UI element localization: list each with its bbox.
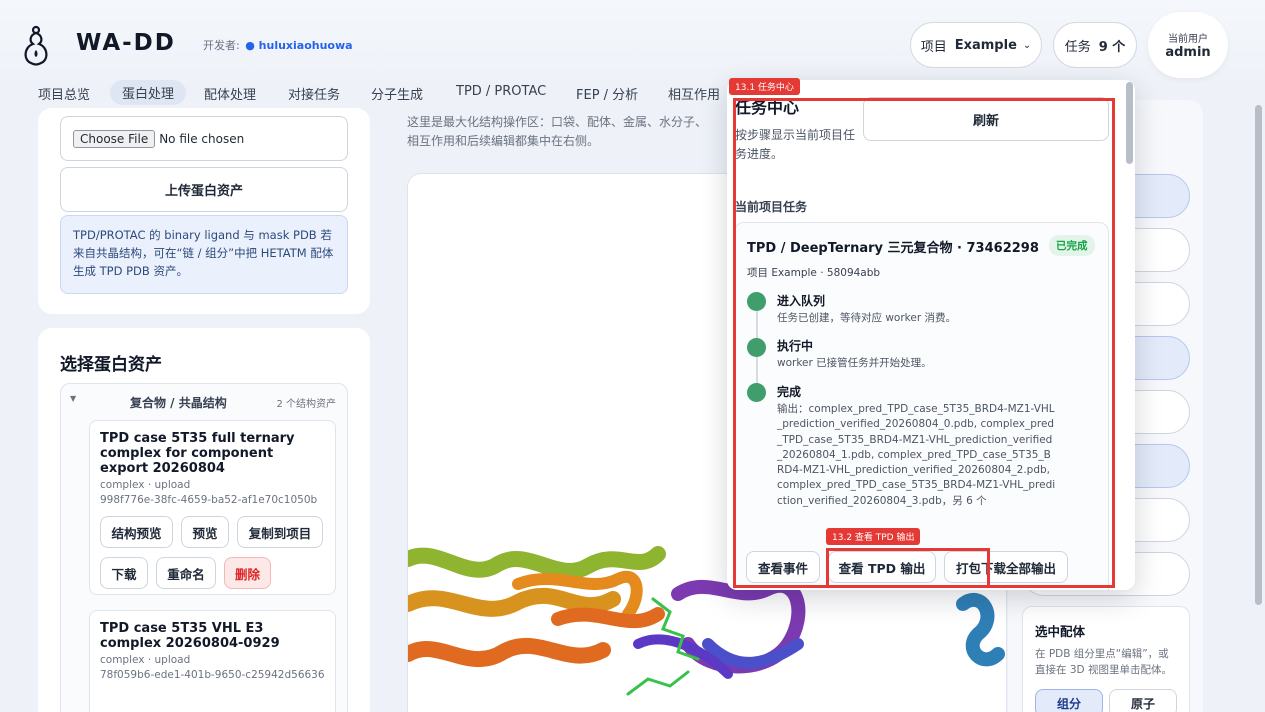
- current-user[interactable]: 当前用户 admin: [1148, 12, 1228, 78]
- choose-file-button[interactable]: Choose File: [73, 129, 156, 148]
- project-value: Example: [954, 37, 1017, 53]
- selected-ligand-card: 选中配体 在 PDB 组分里点“编辑”，或直接在 3D 视图里单击配体。 组分 …: [1022, 606, 1190, 712]
- annotation-tag: 13.2 查看 TPD 输出: [826, 528, 921, 545]
- tasks-label: 任务: [1064, 39, 1091, 55]
- asset-title: TPD case 5T35 VHL E3 complex 20260804-09…: [100, 621, 280, 651]
- copy-to-project-button[interactable]: 复制到项目: [237, 516, 323, 548]
- gourd-logo-icon[interactable]: [20, 22, 52, 66]
- file-input[interactable]: Choose File No file chosen: [60, 116, 348, 161]
- tasks-count: 9 个: [1098, 39, 1126, 55]
- asset-meta: complex · upload: [100, 479, 191, 491]
- page-scrollbar[interactable]: [1255, 105, 1262, 605]
- tab-overview[interactable]: 项目总览: [38, 84, 90, 103]
- brand-name: WA-DD: [76, 30, 176, 56]
- ligand-title: 选中配体: [1035, 624, 1086, 639]
- tab-interaction[interactable]: 相互作用: [668, 84, 720, 103]
- group-count: 2 个结构资产: [276, 399, 336, 410]
- download-button[interactable]: 下载: [100, 557, 148, 589]
- collapse-arrow-icon[interactable]: ▼: [70, 394, 76, 403]
- project-selector[interactable]: 项目 Example ⌄: [910, 22, 1042, 68]
- structure-preview-button[interactable]: 结构预览: [100, 516, 173, 548]
- tab-protein[interactable]: 蛋白处理: [110, 80, 187, 105]
- workspace-intro: 这里是最大化结构操作区：口袋、配体、金属、水分子、相互作用和后续编辑都集中在右侧…: [407, 115, 708, 148]
- developer-link[interactable]: ● huluxiaohuowa: [245, 39, 352, 52]
- chevron-down-icon: ⌄: [1022, 39, 1032, 51]
- asset-title: TPD case 5T35 full ternary complex for c…: [100, 431, 295, 476]
- annotation-box-tpd-output: [826, 548, 990, 588]
- component-toggle[interactable]: 组分: [1035, 689, 1103, 712]
- delete-button[interactable]: 删除: [224, 557, 271, 589]
- developer-name: huluxiaohuowa: [258, 39, 353, 52]
- ligand-description: 在 PDB 组分里点“编辑”，或直接在 3D 视图里单击配体。: [1035, 648, 1172, 676]
- upload-protein-button[interactable]: 上传蛋白资产: [60, 167, 348, 212]
- tab-ligand[interactable]: 配体处理: [204, 84, 256, 103]
- user-label: 当前用户: [1168, 34, 1208, 45]
- user-name: admin: [1165, 45, 1211, 60]
- preview-button[interactable]: 预览: [181, 516, 229, 548]
- asset-meta: complex · upload: [100, 654, 191, 666]
- tasks-button[interactable]: 任务 9 个: [1053, 22, 1137, 68]
- developer-label: 开发者:: [203, 39, 240, 52]
- tab-docking[interactable]: 对接任务: [288, 84, 340, 103]
- atom-toggle[interactable]: 原子: [1109, 689, 1177, 712]
- group-title: 复合物 / 共晶结构: [130, 396, 227, 410]
- annotation-box-task-center: [733, 98, 1115, 588]
- annotation-tag: 13.1 任务中心: [729, 78, 800, 95]
- asset-item: TPD case 5T35 VHL E3 complex 20260804-09…: [89, 610, 336, 712]
- tpd-info-note: TPD/PROTAC 的 binary ligand 与 mask PDB 若来…: [60, 215, 348, 294]
- no-file-text: No file chosen: [159, 131, 245, 146]
- project-label: 项目: [920, 39, 947, 55]
- app-header: WA-DD 开发者: ● huluxiaohuowa 项目 Example ⌄ …: [0, 0, 1265, 90]
- popup-scrollbar-thumb[interactable]: [1126, 82, 1133, 164]
- tab-tpd[interactable]: TPD / PROTAC: [456, 84, 546, 99]
- developer-credit: 开发者: ● huluxiaohuowa: [203, 37, 353, 53]
- asset-id: 998f776e-38fc-4659-ba52-af1e70c1050b: [100, 494, 318, 506]
- rename-button[interactable]: 重命名: [156, 557, 216, 589]
- asset-id: 78f059b6-ede1-401b-9650-c25942d56636: [100, 669, 325, 681]
- section-title: 选择蛋白资产: [60, 355, 162, 375]
